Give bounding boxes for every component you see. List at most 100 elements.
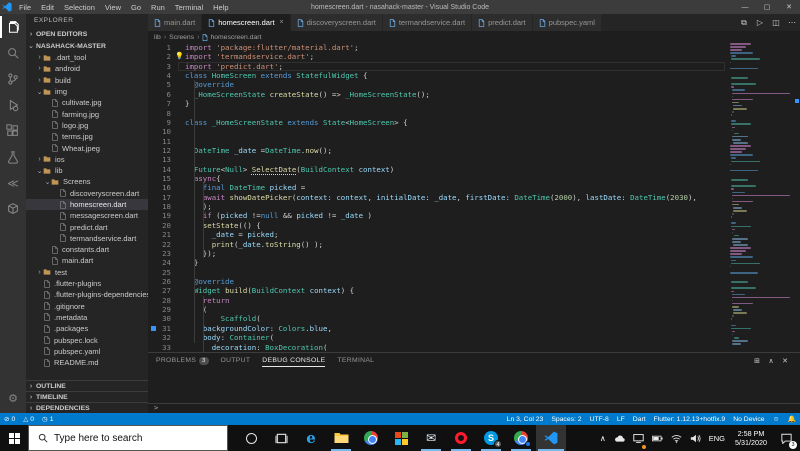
panel-tab-terminal[interactable]: TERMINAL: [337, 353, 374, 368]
tree-item-termandservice-dart[interactable]: termandservice.dart: [26, 233, 148, 244]
tree-item-terms-jpg[interactable]: terms.jpg: [26, 131, 148, 142]
breadcrumb[interactable]: lib › Screens › homescreen.dart: [148, 31, 800, 43]
menu-item-terminal[interactable]: Terminal: [170, 0, 208, 14]
taskbar-cortana-button[interactable]: [236, 425, 266, 451]
explorer-icon[interactable]: [0, 14, 26, 40]
taskbar-search-input[interactable]: Type here to search: [28, 425, 228, 451]
tab-discoveryscreen-dart[interactable]: discoveryscreen.dart: [290, 14, 383, 31]
close-icon[interactable]: ✕: [778, 0, 800, 14]
taskbar-vscode-button[interactable]: [536, 425, 566, 451]
close-tab-icon[interactable]: ×: [280, 19, 284, 26]
open-editors-section[interactable]: › OPEN EDITORS: [26, 28, 148, 40]
onedrive-icon[interactable]: [610, 425, 629, 451]
start-button[interactable]: [0, 425, 28, 451]
tree-item-wheat-jpeg[interactable]: Wheat.jpeg: [26, 142, 148, 153]
run-debug-icon[interactable]: [0, 92, 26, 118]
tree-item-readme-md[interactable]: README.md: [26, 357, 148, 368]
taskbar-chrome-button[interactable]: [356, 425, 386, 451]
tree-item--metadata[interactable]: .metadata: [26, 312, 148, 323]
tree-item--packages[interactable]: .packages: [26, 323, 148, 334]
status-warning[interactable]: △ 0: [19, 413, 38, 425]
clock[interactable]: 2:58 PM 5/31/2020: [729, 425, 773, 451]
taskbar-file-explorer-button[interactable]: [326, 425, 356, 451]
debug-console-input[interactable]: >: [148, 403, 800, 412]
panel-tab-debug-console[interactable]: DEBUG CONSOLE: [262, 353, 326, 368]
settings-icon[interactable]: ⚙: [0, 385, 26, 411]
breadcrumb-item[interactable]: homescreen.dart: [210, 34, 261, 41]
tree-item-pubspec-yaml[interactable]: pubspec.yaml: [26, 346, 148, 357]
sidebar-section-timeline[interactable]: › TIMELINE: [26, 391, 148, 402]
tab-main-dart[interactable]: main.dart: [148, 14, 203, 31]
menu-item-go[interactable]: Go: [126, 0, 146, 14]
display-tray-icon[interactable]: [629, 425, 648, 451]
source-control-icon[interactable]: [0, 66, 26, 92]
menu-item-help[interactable]: Help: [208, 0, 233, 14]
split-editor-icon[interactable]: ◫: [768, 14, 784, 31]
taskbar-opera-button[interactable]: [446, 425, 476, 451]
tab-predict-dart[interactable]: predict.dart: [472, 14, 533, 31]
taskbar-chrome-2-button[interactable]: [506, 425, 536, 451]
tree-item-android[interactable]: › android: [26, 63, 148, 74]
action-center-button[interactable]: 3: [773, 425, 800, 451]
tree-item-predict-dart[interactable]: predict.dart: [26, 221, 148, 232]
hidden-icons-button[interactable]: ∧: [596, 425, 610, 451]
status-item-spaces[interactable]: Spaces: 2: [547, 413, 585, 425]
status-error[interactable]: ⊘ 0: [0, 413, 19, 425]
maximize-icon[interactable]: ▢: [756, 0, 778, 14]
run-icon[interactable]: ▷: [752, 14, 768, 31]
volume-icon[interactable]: [686, 425, 705, 451]
code-content[interactable]: import 'package:flutter/material.dart'; i…: [178, 43, 725, 352]
status-clock[interactable]: ◷ 1: [38, 413, 57, 425]
status-item-dart[interactable]: Dart: [629, 413, 650, 425]
tree-item-messagescreen-dart[interactable]: messagescreen.dart: [26, 210, 148, 221]
maximize-icon[interactable]: ∧: [764, 357, 778, 365]
menu-item-selection[interactable]: Selection: [59, 0, 100, 14]
tree-item-discoveryscreen-dart[interactable]: discoveryscreen.dart: [26, 188, 148, 199]
status-item-no[interactable]: No Device: [729, 413, 768, 425]
tree-item--flutter-plugins-dependencies[interactable]: .flutter-plugins-dependencies: [26, 289, 148, 300]
flutter-outline-icon[interactable]: ≪: [0, 170, 26, 196]
status-item-flutter[interactable]: Flutter: 1.12.13+hotfix.9: [650, 413, 730, 425]
tree-item-lib[interactable]: ⌄ lib: [26, 165, 148, 176]
sidebar-section-outline[interactable]: › OUTLINE: [26, 380, 148, 391]
battery-icon[interactable]: [648, 425, 667, 451]
menu-item-run[interactable]: Run: [146, 0, 170, 14]
vertical-scrollbar[interactable]: [794, 43, 800, 352]
close-icon[interactable]: ✕: [778, 357, 792, 365]
open-changes-icon[interactable]: ⧉: [736, 14, 752, 31]
tree-item-img[interactable]: ⌄ img: [26, 86, 148, 97]
extensions-icon[interactable]: [0, 118, 26, 144]
language-indicator[interactable]: ENG: [705, 425, 729, 451]
search-icon[interactable]: [0, 40, 26, 66]
tree-item-farming-jpg[interactable]: farming.jpg: [26, 108, 148, 119]
breadcrumb-item[interactable]: Screens: [169, 34, 194, 41]
feedback-icon[interactable]: ☺: [769, 413, 784, 425]
tree-item-cultivate-jpg[interactable]: cultivate.jpg: [26, 97, 148, 108]
menu-item-file[interactable]: File: [14, 0, 36, 14]
breadcrumb-item[interactable]: lib: [154, 34, 161, 41]
minimize-icon[interactable]: —: [734, 0, 756, 14]
panel-tab-output[interactable]: OUTPUT: [221, 353, 251, 368]
tab-termandservice-dart[interactable]: termandservice.dart: [382, 14, 473, 31]
tree-item-screens[interactable]: ⌄ Screens: [26, 176, 148, 187]
tree-item-test[interactable]: › test: [26, 267, 148, 278]
open-in-editor-icon[interactable]: ⊞: [750, 357, 764, 365]
tree-item--flutter-plugins[interactable]: .flutter-plugins: [26, 278, 148, 289]
lightbulb-icon[interactable]: 💡: [175, 52, 184, 61]
taskbar-mail-button[interactable]: ✉: [416, 425, 446, 451]
tree-item-ios[interactable]: › ios: [26, 154, 148, 165]
notifications-icon[interactable]: 🔔: [784, 413, 800, 425]
test-icon[interactable]: [0, 144, 26, 170]
tab-homescreen-dart[interactable]: homescreen.dart ×: [202, 14, 291, 31]
wifi-icon[interactable]: [667, 425, 686, 451]
taskbar-store-button[interactable]: [386, 425, 416, 451]
minimap[interactable]: [730, 43, 794, 352]
tree-item--gitignore[interactable]: .gitignore: [26, 301, 148, 312]
status-item-utf-8[interactable]: UTF-8: [586, 413, 613, 425]
status-item-ln[interactable]: Ln 3, Col 23: [503, 413, 548, 425]
more-actions-icon[interactable]: ⋯: [784, 14, 800, 31]
tree-item-homescreen-dart[interactable]: homescreen.dart: [26, 198, 148, 211]
tree-item-main-dart[interactable]: main.dart: [26, 255, 148, 266]
tree-item-build[interactable]: › build: [26, 75, 148, 86]
taskbar-task-view-button[interactable]: [266, 425, 296, 451]
